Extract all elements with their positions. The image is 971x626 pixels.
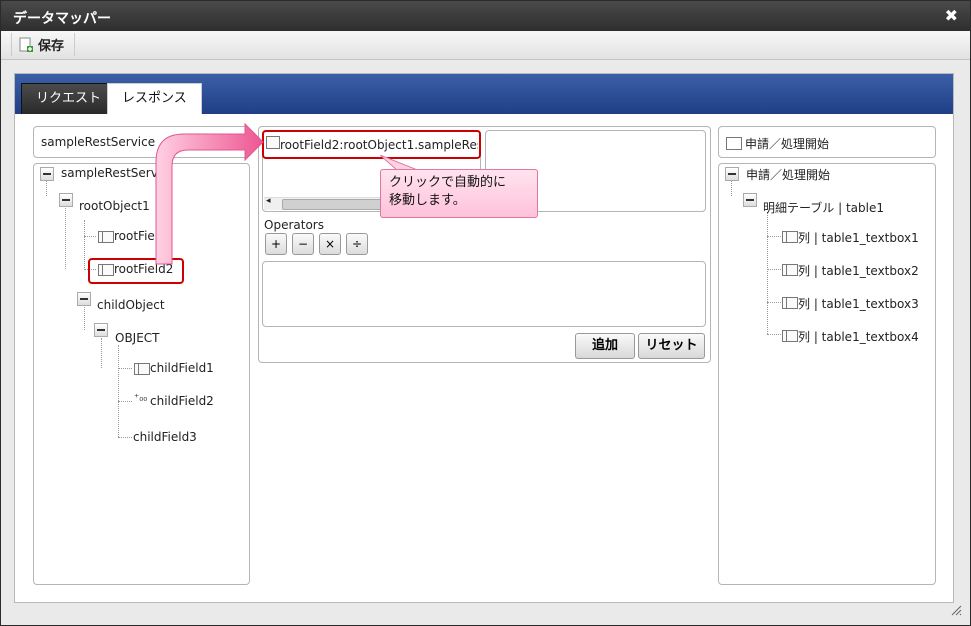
tree-node-column-4[interactable]: 列 | table1_textbox4: [798, 328, 919, 345]
tree-node-root[interactable]: sampleRestServi: [61, 166, 161, 180]
tree-connector: [118, 368, 132, 369]
title-bar: データマッパー ✖: [1, 1, 970, 31]
tree-node-childfield1[interactable]: childField1: [150, 361, 214, 375]
tab-response[interactable]: レスポンス: [107, 83, 202, 114]
collapse-icon[interactable]: [743, 193, 757, 207]
save-button[interactable]: 保存: [11, 33, 76, 56]
tree-node-column-1[interactable]: 列 | table1_textbox1: [798, 229, 919, 246]
multiply-button[interactable]: ×: [319, 233, 341, 255]
tree-connector: [767, 269, 781, 270]
tree-node-form-root[interactable]: 申請／処理開始: [746, 166, 830, 183]
highlight-box-target: [262, 130, 481, 159]
tree-connector: [767, 334, 781, 335]
form-icon: [726, 137, 742, 150]
tree-connector: [118, 401, 132, 402]
tree-node-table[interactable]: 明細テーブル | table1: [763, 199, 884, 216]
tree-connector: [65, 205, 66, 269]
target-form-name: 申請／処理開始: [745, 137, 830, 151]
tab-bar: リクエスト レスポンス: [15, 74, 953, 114]
field-icon: [134, 363, 150, 375]
service-name: sampleRestService: [41, 135, 156, 149]
tab-request[interactable]: リクエスト: [21, 83, 117, 114]
number-icon: ⁺₀₀: [134, 393, 148, 404]
tree-node-column-2[interactable]: 列 | table1_textbox2: [798, 262, 919, 279]
target-form-field[interactable]: 申請／処理開始: [718, 126, 936, 158]
target-tree-panel: [718, 163, 936, 585]
scroll-left-icon[interactable]: ◂: [266, 196, 271, 206]
collapse-icon[interactable]: [40, 167, 54, 181]
tree-connector: [731, 180, 732, 196]
column-icon: [782, 231, 798, 243]
save-label: 保存: [38, 39, 65, 54]
toolbar: 保存: [1, 31, 970, 60]
tree-node-childfield2[interactable]: childField2: [150, 394, 214, 408]
collapse-icon[interactable]: [77, 292, 91, 306]
plus-button[interactable]: +: [265, 233, 287, 255]
tree-node-column-3[interactable]: 列 | table1_textbox3: [798, 295, 919, 312]
tree-connector: [101, 338, 102, 368]
close-icon[interactable]: ✖: [945, 6, 958, 25]
column-icon: [782, 264, 798, 276]
operators-label: Operators: [264, 218, 324, 232]
expression-editor[interactable]: [262, 261, 706, 327]
tree-connector: [767, 302, 781, 303]
add-button[interactable]: 追加: [575, 333, 635, 359]
tooltip-line-2: 移動します。: [389, 193, 466, 208]
collapse-icon[interactable]: [59, 193, 73, 207]
column-icon: [782, 297, 798, 309]
tooltip: クリックで自動的に 移動します。: [380, 169, 538, 218]
collapse-icon[interactable]: [725, 167, 739, 181]
resize-grip-icon[interactable]: [950, 604, 962, 616]
drag-arrow: [155, 122, 264, 265]
column-icon: [782, 330, 798, 342]
tree-connector: [84, 236, 96, 237]
tree-node-childfield3[interactable]: childField3: [133, 430, 197, 444]
tree-node-childobject[interactable]: childObject: [97, 298, 165, 312]
window-title: データマッパー: [13, 11, 111, 27]
minus-button[interactable]: −: [292, 233, 314, 255]
tree-node-rootobject1[interactable]: rootObject1: [79, 199, 150, 213]
tooltip-line-1: クリックで自動的に: [389, 175, 507, 190]
field-icon: [98, 231, 114, 243]
collapse-icon[interactable]: [94, 323, 108, 337]
save-icon: [19, 37, 33, 52]
tree-connector: [118, 345, 119, 437]
field-icon: [98, 264, 114, 276]
tree-connector: [767, 236, 781, 237]
tree-connector: [46, 180, 47, 196]
tree-connector: [84, 220, 85, 270]
divide-button[interactable]: ÷: [346, 233, 368, 255]
reset-button[interactable]: リセット: [638, 333, 705, 359]
tree-connector: [767, 212, 768, 334]
tree-connector: [118, 437, 132, 438]
tree-node-object[interactable]: OBJECT: [115, 331, 160, 345]
